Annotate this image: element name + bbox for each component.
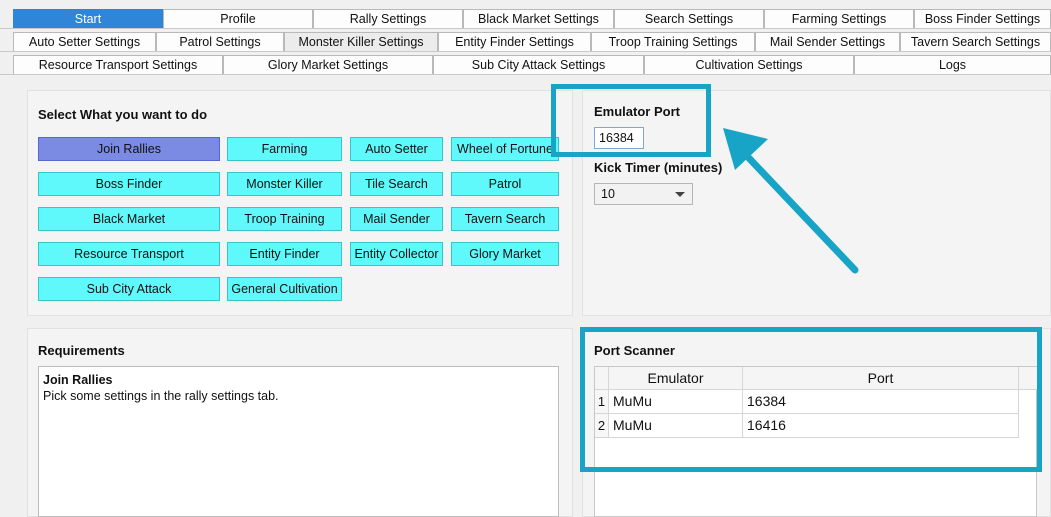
tab-profile[interactable]: Profile [163, 9, 313, 28]
chevron-down-icon [675, 192, 685, 197]
tab-row-divider [0, 51, 1051, 52]
patrol-button[interactable]: Patrol [451, 172, 559, 196]
troop-training-button[interactable]: Troop Training [227, 207, 342, 231]
tab-resource-transport-settings[interactable]: Resource Transport Settings [13, 55, 223, 74]
tab-search-settings[interactable]: Search Settings [614, 9, 764, 28]
requirements-heading: Requirements [38, 343, 125, 358]
kick-timer-label: Kick Timer (minutes) [594, 160, 723, 175]
tab-entity-finder-settings[interactable]: Entity Finder Settings [438, 32, 591, 51]
tab-row-2: Auto Setter Settings Patrol Settings Mon… [0, 32, 1051, 52]
kick-timer-select[interactable]: 10 [594, 183, 693, 205]
black-market-button[interactable]: Black Market [38, 207, 220, 231]
tab-rally-settings[interactable]: Rally Settings [313, 9, 463, 28]
requirements-description: Pick some settings in the rally settings… [43, 389, 279, 403]
tab-patrol-settings[interactable]: Patrol Settings [156, 32, 284, 51]
entity-finder-button[interactable]: Entity Finder [227, 242, 342, 266]
tab-boss-finder-settings[interactable]: Boss Finder Settings [914, 9, 1051, 28]
wheel-of-fortune-button[interactable]: Wheel of Fortune [451, 137, 559, 161]
tab-troop-training-settings[interactable]: Troop Training Settings [591, 32, 755, 51]
tab-monster-killer-settings[interactable]: Monster Killer Settings [284, 32, 438, 51]
farming-button[interactable]: Farming [227, 137, 342, 161]
sub-city-attack-button[interactable]: Sub City Attack [38, 277, 220, 301]
tab-auto-setter-settings[interactable]: Auto Setter Settings [13, 32, 156, 51]
glory-market-button[interactable]: Glory Market [451, 242, 559, 266]
tab-logs[interactable]: Logs [854, 55, 1051, 74]
mail-sender-button[interactable]: Mail Sender [350, 207, 443, 231]
join-rallies-button[interactable]: Join Rallies [38, 137, 220, 161]
requirements-title: Join Rallies [43, 373, 113, 387]
general-cultivation-button[interactable]: General Cultivation [227, 277, 342, 301]
tab-mail-sender-settings[interactable]: Mail Sender Settings [755, 32, 900, 51]
kick-timer-value: 10 [601, 187, 615, 201]
scanner-highlight-box [580, 327, 1042, 472]
tab-start[interactable]: Start [13, 9, 163, 28]
requirements-text[interactable]: Join Rallies Pick some settings in the r… [38, 366, 559, 517]
tile-search-button[interactable]: Tile Search [350, 172, 443, 196]
tab-row-divider [0, 28, 1051, 29]
tavern-search-button[interactable]: Tavern Search [451, 207, 559, 231]
resource-transport-button[interactable]: Resource Transport [38, 242, 220, 266]
tab-black-market-settings[interactable]: Black Market Settings [463, 9, 614, 28]
tab-row-3: Resource Transport Settings Glory Market… [0, 55, 1051, 75]
tab-row-1: Start Profile Rally Settings Black Marke… [0, 9, 1051, 29]
tab-glory-market-settings[interactable]: Glory Market Settings [223, 55, 433, 74]
boss-finder-button[interactable]: Boss Finder [38, 172, 220, 196]
monster-killer-button[interactable]: Monster Killer [227, 172, 342, 196]
tab-farming-settings[interactable]: Farming Settings [764, 9, 914, 28]
port-highlight-box [551, 84, 711, 157]
entity-collector-button[interactable]: Entity Collector [350, 242, 443, 266]
tab-tavern-search-settings[interactable]: Tavern Search Settings [900, 32, 1051, 51]
select-heading: Select What you want to do [38, 107, 208, 122]
tab-row-divider [0, 74, 1051, 75]
auto-setter-button[interactable]: Auto Setter [350, 137, 443, 161]
tab-sub-city-attack-settings[interactable]: Sub City Attack Settings [433, 55, 644, 74]
tab-cultivation-settings[interactable]: Cultivation Settings [644, 55, 854, 74]
